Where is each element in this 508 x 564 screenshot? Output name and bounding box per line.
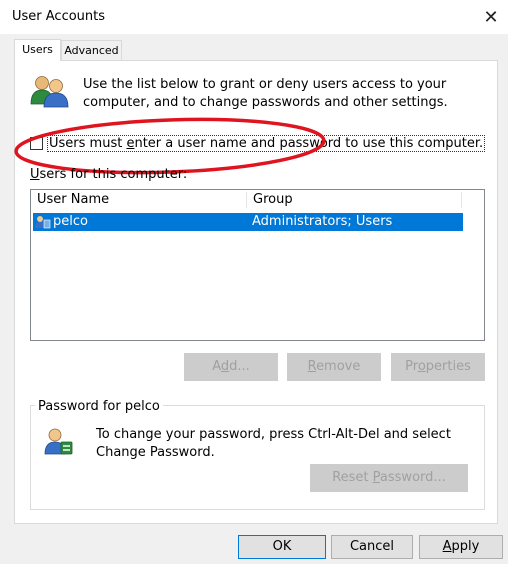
users-list-label: Users for this computer: <box>30 167 188 182</box>
remove-button[interactable]: Remove <box>287 353 381 381</box>
require-login-checkbox[interactable] <box>30 136 43 150</box>
properties-button[interactable]: Properties <box>391 353 485 381</box>
users-icon <box>30 76 69 108</box>
require-login-label[interactable]: Users must enter a user name and passwor… <box>47 134 486 152</box>
password-group-title: Password for pelco <box>35 399 163 414</box>
cancel-button[interactable]: Cancel <box>331 535 413 559</box>
column-header-user-name[interactable]: User Name <box>31 190 246 210</box>
table-row[interactable]: pelco Administrators; Users <box>33 213 463 231</box>
window-title: User Accounts <box>12 9 106 24</box>
apply-button[interactable]: Apply <box>419 535 503 559</box>
password-instructions: To change your password, press Ctrl-Alt-… <box>96 426 466 462</box>
row-group: Administrators; Users <box>252 214 393 229</box>
add-button[interactable]: Add... <box>184 353 278 381</box>
password-line-1: To change your password, press Ctrl-Alt-… <box>96 427 451 442</box>
intro-line-2: computer, and to change passwords and ot… <box>83 95 448 110</box>
tab-users[interactable]: Users <box>14 39 61 61</box>
users-list[interactable]: User Name Group pelco Administrators; Us… <box>30 189 485 341</box>
column-header-group[interactable]: Group <box>247 190 461 210</box>
reset-password-button[interactable]: Reset Password... <box>310 464 468 492</box>
column-separator[interactable] <box>461 192 462 208</box>
title-bar: User Accounts ✕ <box>0 0 508 34</box>
close-icon: ✕ <box>483 6 499 28</box>
user-password-icon <box>44 428 73 455</box>
users-list-header: User Name Group <box>31 190 484 210</box>
user-accounts-dialog: User Accounts ✕ Users Advanced Use the l… <box>0 0 508 564</box>
user-icon <box>35 216 51 229</box>
intro-description: Use the list below to grant or deny user… <box>83 76 463 112</box>
require-login-option[interactable]: Users must enter a user name and passwor… <box>30 134 486 152</box>
intro-line-1: Use the list below to grant or deny user… <box>83 77 447 92</box>
tab-advanced[interactable]: Advanced <box>61 40 122 60</box>
ok-button[interactable]: OK <box>238 535 326 559</box>
password-line-2: Change Password. <box>96 445 215 460</box>
close-button[interactable]: ✕ <box>474 0 508 34</box>
row-user-name: pelco <box>53 214 88 229</box>
